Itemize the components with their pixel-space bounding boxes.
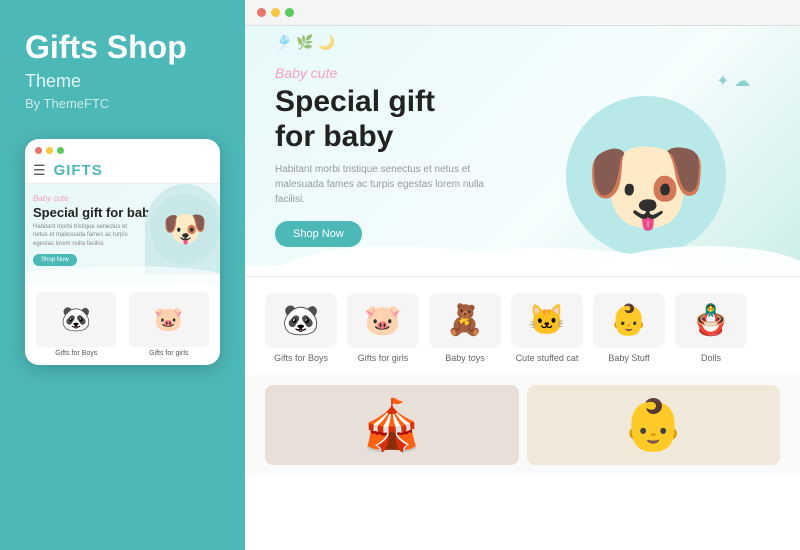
list-item[interactable]: 🐼 Gifts for Boys [265,293,337,363]
mobile-hero: Baby cute Special gift for baby Habitant… [25,184,220,284]
mobile-dot-yellow [46,147,53,154]
category-image-cat: 🐱 [511,293,583,348]
mobile-product-label-girls: Gifts for girls [149,350,188,357]
shop-now-button[interactable]: Shop Now [275,221,362,247]
mobile-top-bar [25,139,220,158]
list-item[interactable]: 🐷 Gifts for girls [347,293,419,363]
category-label-girls: Gifts for girls [358,353,409,363]
browser-dot-yellow [271,8,280,17]
browser-chrome [245,0,800,26]
right-panel: 🎐 🌿 🌙 Baby cute Special giftfor baby Hab… [245,0,800,550]
mobile-dot-red [35,147,42,154]
hero-content: Baby cute Special giftfor baby Habitant … [275,65,523,247]
hero-tag: Baby cute [275,65,523,81]
desktop-site: 🎐 🌿 🌙 Baby cute Special giftfor baby Hab… [245,26,800,550]
bottom-images-section: 🎪 👶 [245,375,800,475]
mobile-product-label-boys: Gifts for Boys [55,350,97,357]
mobile-hero-image: 🐶 [145,184,220,274]
hamburger-icon: ☰ [33,162,46,179]
hero-baby-image: 🐶 [584,129,709,246]
list-item[interactable]: 🐷 Gifts for girls [126,292,213,357]
mobile-cloud-decoration [25,266,220,284]
browser-dot-green [285,8,294,17]
mobile-logo: GIFTS [54,162,103,179]
hanging-decoration: 🎐 🌿 🌙 [275,34,335,51]
hero-image-area: 🐶 ✦ ☁ [523,56,771,256]
category-label-stuff: Baby Stuff [608,353,649,363]
category-label-dolls: Dolls [701,353,721,363]
browser-dot-red [257,8,266,17]
category-image-dolls: 🪆 [675,293,747,348]
hero-description: Habitant morbi tristique senectus et net… [275,162,495,207]
list-item[interactable]: 👶 Baby Stuff [593,293,665,363]
mobile-product-image-boys: 🐼 [36,292,116,347]
categories-section: 🐼 Gifts for Boys 🐷 Gifts for girls 🧸 Bab… [245,277,800,375]
bottom-image-left: 🎪 [265,385,519,465]
mobile-product-image-girls: 🐷 [129,292,209,347]
category-label-toys: Baby toys [445,353,485,363]
list-item[interactable]: 🐱 Cute stuffed cat [511,293,583,363]
page-title: Special giftfor baby [275,85,523,154]
mobile-mockup: ☰ GIFTS Baby cute Special gift for baby … [25,139,220,365]
brand-subtitle: Theme [25,71,81,92]
category-label-cat: Cute stuffed cat [516,353,579,363]
category-image-toys: 🧸 [429,293,501,348]
browser-dots [257,8,294,17]
mobile-hero-desc: Habitant morbi tristique senectus et net… [33,223,128,248]
mobile-dot-green [57,147,64,154]
mobile-nav: ☰ GIFTS [25,158,220,184]
category-image-boys: 🐼 [265,293,337,348]
list-item[interactable]: 🐼 Gifts for Boys [33,292,120,357]
list-item[interactable]: 🧸 Baby toys [429,293,501,363]
left-panel: Gifts Shop Theme By ThemeFTC ☰ GIFTS Bab… [0,0,245,550]
baby-emoji-mobile: 🐶 [150,194,220,264]
category-label-boys: Gifts for Boys [274,353,328,363]
star-decoration: ✦ ☁ [716,71,750,91]
category-image-girls: 🐷 [347,293,419,348]
categories-grid: 🐼 Gifts for Boys 🐷 Gifts for girls 🧸 Bab… [265,293,780,363]
mobile-shop-now-button[interactable]: Shop Now [33,254,77,266]
bottom-image-right: 👶 [527,385,781,465]
brand-title: Gifts Shop [25,30,187,65]
category-image-stuff: 👶 [593,293,665,348]
brand-author: By ThemeFTC [25,96,109,111]
mobile-products-grid: 🐼 Gifts for Boys 🐷 Gifts for girls [25,284,220,365]
list-item[interactable]: 🪆 Dolls [675,293,747,363]
hero-section: 🎐 🌿 🌙 Baby cute Special giftfor baby Hab… [245,26,800,276]
